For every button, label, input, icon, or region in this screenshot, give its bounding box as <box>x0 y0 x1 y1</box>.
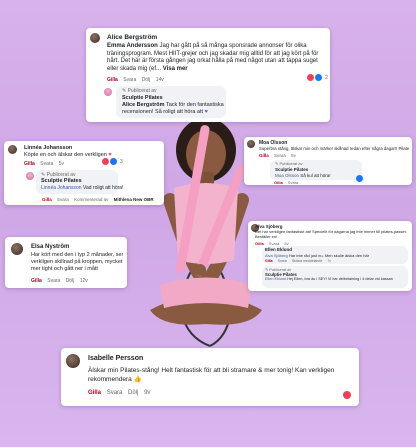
comment-card-alice: Alice Bergström Emma Andersson Jag har g… <box>86 28 330 122</box>
comment-card-moa: Moa Olsson Superbra stång, älskar min oc… <box>244 137 412 185</box>
like-button[interactable]: Gilla <box>255 241 264 246</box>
like-button[interactable]: Gilla <box>42 197 52 202</box>
send-message-button[interactable]: Skicka meddelande <box>292 259 323 263</box>
pencil-icon: ✎ <box>275 161 279 166</box>
like-reaction-icon <box>315 74 322 81</box>
like-button[interactable]: Gilla <box>107 77 118 83</box>
reaction-summary[interactable]: 2 <box>307 74 328 81</box>
like-button[interactable]: Gilla <box>31 278 42 284</box>
comment-actions: Gilla Svara Dölj 14v <box>107 77 168 83</box>
comment-author[interactable]: Alice Bergström <box>107 34 157 41</box>
reaction-count: 3 <box>120 158 123 165</box>
comment-card-isabelle: Isabelle Persson Älskar min Pilates-stån… <box>61 348 359 406</box>
like-button[interactable]: Gilla <box>274 180 283 185</box>
avatar <box>8 145 17 154</box>
purple-heart-icon: ♥ <box>204 108 208 115</box>
reply-button[interactable]: Svara <box>47 278 60 284</box>
comment-actions: Gilla Svara Dölj 9v <box>88 390 154 396</box>
comment-body: Det har verkligen fantastiskt att! Speci… <box>255 229 407 239</box>
reaction-summary[interactable]: 3 <box>102 158 123 165</box>
heart-reaction-icon <box>307 74 314 81</box>
comment-card-alva: Alva Sjöberg Det har verkligen fantastis… <box>248 221 412 291</box>
comment-body: Superbra stång, älskar min och märker sk… <box>259 146 409 151</box>
like-reaction-icon <box>356 175 363 182</box>
reply-ellen: Ellen Eklund Alva Sjöberg Har inte råd j… <box>262 246 408 264</box>
reply-text: Alva Sjöberg Har inte råd just nu. Men s… <box>265 253 370 258</box>
reply-author[interactable]: Sculptie Pilates <box>122 95 163 101</box>
brand-reply: ✎ Publicerat av Sculptie Pilates Moa Ols… <box>270 160 362 180</box>
reply-actions: Gilla Svara Skicka meddelande 7v <box>265 259 335 263</box>
reaction-summary[interactable] <box>343 391 351 399</box>
reply-mention[interactable]: Moa Olsson <box>275 173 299 178</box>
reply-author[interactable]: Sculptie Pilates <box>41 178 82 184</box>
comment-actions: Gilla Svara Dölj 12v <box>31 278 92 284</box>
comment-body: Har kört med den i typ 2 månader, ser ve… <box>31 252 124 272</box>
timestamp: 9v <box>144 390 151 396</box>
brand-reply: ✎ Publicerat av Sculptie Pilates Ellen E… <box>262 266 408 288</box>
commented-by-name[interactable]: Mithlena New OBR <box>114 197 154 202</box>
timestamp: 5v <box>58 161 64 167</box>
comment-actions: Gilla Svara 5v <box>259 153 300 158</box>
brand-reply: ✎ Publicerat av Sculptie Pilates Alice B… <box>116 86 226 118</box>
thumbs-up-icon: 👍 <box>133 376 142 383</box>
pencil-icon: ✎ <box>122 88 127 94</box>
reply-mention[interactable]: Ellen Eklund <box>265 277 286 281</box>
like-button[interactable]: Gilla <box>265 259 273 263</box>
heart-reaction-icon <box>102 158 109 165</box>
like-reaction-icon <box>110 158 117 165</box>
reply-button[interactable]: Svara <box>274 153 286 158</box>
reply-text: Linnéa Johansson Vad roligt att höra! <box>41 185 124 191</box>
comment-actions: Gilla Svara 5v <box>24 161 68 167</box>
avatar <box>66 354 80 368</box>
reply-button[interactable]: Svara <box>107 390 123 396</box>
timestamp: 5v <box>291 153 296 158</box>
reply-author[interactable]: Ellen Eklund <box>265 247 292 252</box>
avatar <box>11 243 23 255</box>
reply-mention[interactable]: Alva Sjöberg <box>265 253 288 258</box>
comment-body: Köpte en och älskar den verkligen ♥ <box>24 152 112 158</box>
hide-button[interactable]: Dölj <box>66 278 75 284</box>
reply-button[interactable]: Svara <box>288 180 298 185</box>
reply-button[interactable]: Svara <box>40 161 53 167</box>
comment-body: Älskar min Pilates-stång! Helt fantastis… <box>88 367 335 383</box>
timestamp: 12v <box>79 278 88 284</box>
hide-button[interactable]: Dölj <box>142 77 151 83</box>
avatar <box>247 140 255 148</box>
brand-reply: ✎ Publicerat av Sculptie Pilates Linnéa … <box>36 170 124 194</box>
hide-button[interactable]: Dölj <box>128 390 138 396</box>
published-by-label: Publicerat av <box>127 88 157 94</box>
reply-mention[interactable]: Linnéa Johansson <box>41 185 82 191</box>
reaction-summary[interactable] <box>356 175 363 182</box>
heart-reaction-icon <box>343 391 351 399</box>
reply-text: Alice Bergström Tack för den fantastiska… <box>122 102 224 115</box>
reply-text: Ellen Eklund Hej Ellen, bra du i SEY! Vi… <box>265 277 393 281</box>
timestamp: 7v <box>327 259 331 263</box>
brand-avatar <box>26 172 34 180</box>
reply-actions: Gilla Svara <box>274 180 302 185</box>
timestamp: 14v <box>155 77 164 83</box>
reply-actions: Gilla Svara Kommenterad av Mithlena New … <box>42 197 158 202</box>
comment-author[interactable]: Linnéa Johansson <box>24 145 72 151</box>
comment-author[interactable]: Isabelle Persson <box>88 355 143 362</box>
like-button[interactable]: Gilla <box>259 153 269 158</box>
reply-text: Moa Olsson Så kul att höra! <box>275 173 331 178</box>
brand-avatar <box>104 88 112 96</box>
like-button[interactable]: Gilla <box>88 390 101 396</box>
reply-button[interactable]: Svara <box>57 197 69 202</box>
commented-by-label: Kommenterad av <box>74 197 109 202</box>
view-more-link[interactable]: Visa mer <box>163 66 188 72</box>
like-button[interactable]: Gilla <box>24 161 35 167</box>
reply-author[interactable]: Sculptie Pilates <box>275 167 308 172</box>
comment-card-linnea: Linnéa Johansson Köpte en och älskar den… <box>4 141 164 205</box>
comment-author[interactable]: Elsa Nyström <box>31 244 69 250</box>
comment-card-elsa: Elsa Nyström Har kört med den i typ 2 må… <box>5 237 127 288</box>
reply-button[interactable]: Svara <box>278 259 287 263</box>
reply-mention[interactable]: Alice Bergström <box>122 102 165 108</box>
avatar <box>90 33 100 43</box>
reply-button[interactable]: Svara <box>123 77 136 83</box>
quoted-author[interactable]: Emma Andersson <box>107 43 158 49</box>
reaction-count: 2 <box>325 74 328 81</box>
comment-body: Emma Andersson Jag har gått på så många … <box>107 43 322 73</box>
